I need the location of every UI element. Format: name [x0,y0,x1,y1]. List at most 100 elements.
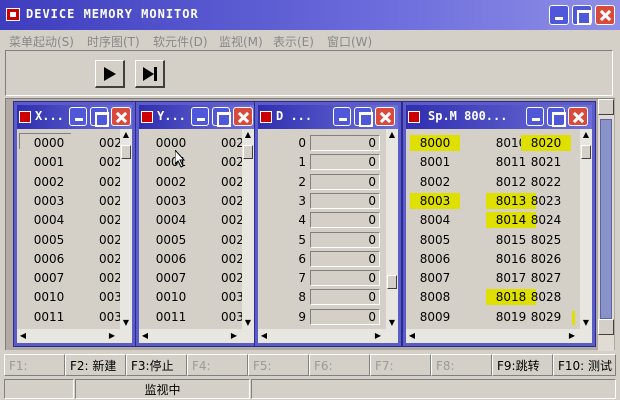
mdi-client: X... 0000 0001 0002 0003 0004 0005 0006 0007 001… [5,98,615,351]
scroll-down-arrow-icon[interactable]: ▼ [242,317,254,329]
maximize-button[interactable] [572,5,592,25]
register-number: 2 [298,174,306,189]
main-titlebar[interactable]: DEVICE MEMORY MONITOR [0,0,620,30]
scroll-thumb[interactable] [387,275,397,289]
vertical-scrollbar[interactable]: ▲ ▼ [580,129,592,329]
menu-display[interactable]: 表示(E) [273,33,314,50]
close-button[interactable] [568,107,588,126]
scroll-thumb[interactable] [581,145,591,159]
x-device-list[interactable]: 0000 0001 0002 0003 0004 0005 0006 0007 0010 0011… [17,129,132,343]
menu-timing-chart[interactable]: 时序图(T) [87,33,140,50]
highlight-marker [572,311,575,325]
address-cell: 0001 [33,155,65,170]
special-m-window[interactable]: Sp.M 800... 8000 8001 8002 8003 8004 8005 8006… [402,101,596,347]
vertical-scrollbar[interactable]: ▲ ▼ [120,129,132,329]
address-cell: 0000 [33,136,65,150]
minimize-button[interactable] [549,5,569,25]
register-value: 0 [310,173,380,190]
close-button[interactable] [233,107,253,126]
menu-window[interactable]: 窗口(W) [327,33,372,50]
minimize-button[interactable] [526,107,544,126]
sp-window-titlebar[interactable]: Sp.M 800... [406,105,592,129]
minimize-button[interactable] [333,107,351,126]
scroll-up-button[interactable] [598,99,614,115]
relay-cell: 8001 [419,155,451,170]
scroll-left-arrow-icon[interactable]: ◀ [258,330,270,342]
scroll-right-arrow-icon[interactable]: ▶ [228,330,240,342]
menu-device[interactable]: 软元件(D) [153,33,208,50]
close-button[interactable] [375,107,395,126]
run-button[interactable] [95,60,125,88]
window-icon [408,111,420,123]
menu-monitor[interactable]: 监视(M) [219,33,263,50]
menu-start[interactable]: 菜单起动(S) [9,33,74,50]
f5-key[interactable]: F5: [248,354,309,376]
address-cell: 0005 [155,232,187,247]
horizontal-scrollbar[interactable]: ◀ ▶ [406,329,592,343]
f2-new-key[interactable]: F2: 新建 [65,354,126,376]
scroll-up-arrow-icon[interactable]: ▲ [580,129,592,141]
scroll-left-arrow-icon[interactable]: ◀ [139,330,151,342]
minimize-button[interactable] [191,107,209,126]
minimize-button[interactable] [69,107,87,126]
scroll-thumb[interactable] [243,145,253,159]
address-cell: 0007 [155,271,187,286]
address-cell: 0004 [33,213,65,228]
close-button[interactable] [111,107,131,126]
scroll-down-button[interactable] [598,319,614,335]
vertical-scrollbar[interactable]: ▲ ▼ [386,129,398,329]
vertical-scrollbar[interactable]: ▲ ▼ [242,129,254,329]
relay-cell: 8003 [410,192,460,209]
scroll-up-arrow-icon[interactable]: ▲ [242,129,254,141]
f3-stop-key[interactable]: F3:停止 [126,354,187,376]
scroll-up-arrow-icon[interactable]: ▲ [386,129,398,141]
special-m-list[interactable]: 8000 8001 8002 8003 8004 8005 8006 8007 8008 8009… [406,129,592,343]
maximize-button[interactable] [90,107,109,127]
relay-cell: 8008 [419,290,451,305]
f7-key[interactable]: F7: [370,354,431,376]
relay-cell: 8000 [410,135,460,151]
x-window-title: X... [35,109,64,123]
status-pane-1 [4,379,74,399]
scroll-down-arrow-icon[interactable]: ▼ [120,317,132,329]
register-number: 7 [298,271,306,286]
scroll-right-arrow-icon[interactable]: ▶ [106,330,118,342]
scroll-left-arrow-icon[interactable]: ◀ [406,330,418,342]
d-window-titlebar[interactable]: D ... [258,105,398,129]
scroll-thumb[interactable] [600,119,612,319]
maximize-button[interactable] [354,107,373,127]
close-button[interactable] [595,5,615,25]
f1-key[interactable]: F1: [4,354,65,376]
f10-test-key[interactable]: F10: 测试 [553,354,616,376]
y-window-titlebar[interactable]: Y... [139,105,254,129]
step-button[interactable] [135,60,165,88]
d-register-list[interactable]: 0 0 1 0 2 0 3 0 4 0 5 0 6 0 7 0 8 0 9 0 ▲ ▼ ◀ ▶ [258,129,398,343]
scroll-left-arrow-icon[interactable]: ◀ [17,330,29,342]
scroll-right-arrow-icon[interactable]: ▶ [566,330,578,342]
f6-key[interactable]: F6: [309,354,370,376]
scroll-up-arrow-icon[interactable]: ▲ [120,129,132,141]
horizontal-scrollbar[interactable]: ◀ ▶ [139,329,254,343]
f8-key[interactable]: F8: [431,354,492,376]
x-device-window[interactable]: X... 0000 0001 0002 0003 0004 0005 0006 0007 001… [13,101,136,347]
x-window-titlebar[interactable]: X... [17,105,132,129]
f9-jump-key[interactable]: F9:跳转 [492,354,553,376]
toolbar [5,50,613,96]
f4-key[interactable]: F4: [187,354,248,376]
maximize-button[interactable] [212,107,231,127]
scroll-right-arrow-icon[interactable]: ▶ [372,330,384,342]
mdi-vertical-scrollbar[interactable] [598,99,614,351]
y-device-list[interactable]: 0000 0001 0002 0003 0004 0005 0006 0007 0010 0011… [139,129,254,343]
maximize-button[interactable] [547,107,566,127]
d-device-window[interactable]: D ... 0 0 1 0 2 0 3 0 4 0 5 0 6 0 7 0 8 0 9 0 ▲ ▼ ◀ ▶ [254,101,402,347]
register-number: 4 [298,213,306,228]
scroll-down-arrow-icon[interactable]: ▼ [580,317,592,329]
horizontal-scrollbar[interactable]: ◀ ▶ [17,329,132,343]
y-window-title: Y... [157,109,186,123]
app-icon [6,8,20,21]
scroll-down-arrow-icon[interactable]: ▼ [386,317,398,329]
register-value: 0 [310,270,380,287]
y-device-window[interactable]: Y... 0000 0001 0002 0003 0004 0005 0006 0007 001… [135,101,258,347]
scroll-thumb[interactable] [121,145,131,159]
horizontal-scrollbar[interactable]: ◀ ▶ [258,329,398,343]
